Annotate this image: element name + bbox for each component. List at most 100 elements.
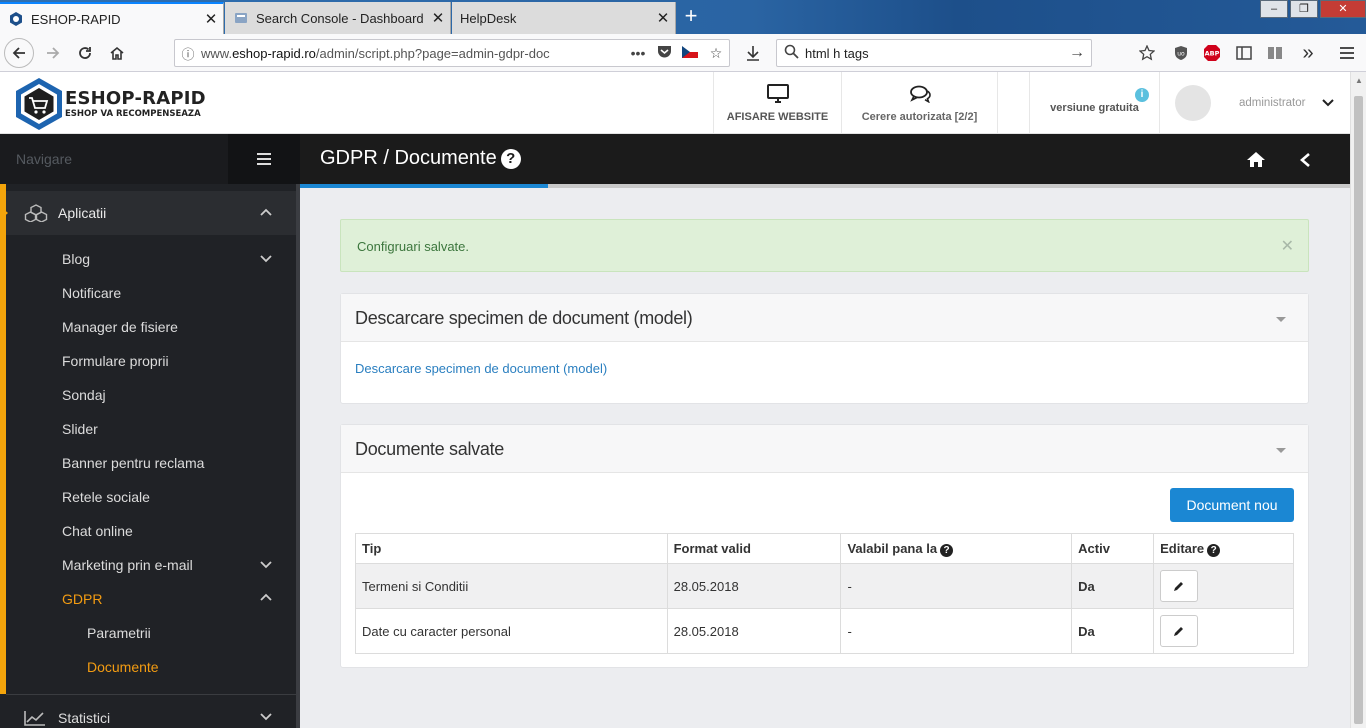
new-document-button[interactable]: Document nou — [1170, 488, 1294, 522]
sidebar-item-blog[interactable]: Blog — [6, 242, 296, 276]
sidebar-item-label: GDPR — [62, 591, 103, 607]
chevron-up-icon — [260, 208, 272, 216]
sidebar-item-marketing-email[interactable]: Marketing prin e-mail — [6, 548, 296, 582]
line-chart-icon — [24, 711, 45, 726]
library-star-button[interactable] — [1132, 38, 1162, 68]
cell-activ: Da — [1071, 608, 1155, 654]
sidebar-toggle-button[interactable] — [1229, 38, 1259, 68]
window-controls: – ❐ ✕ — [1258, 0, 1366, 20]
panel-saved-documents: Documente salvate Document nou Tip Forma… — [340, 424, 1309, 668]
sidebar-section-statistici[interactable]: Statistici — [6, 700, 296, 728]
czech-flag-icon[interactable] — [677, 45, 703, 61]
forward-button[interactable] — [38, 38, 68, 68]
hamburger-menu-icon — [1340, 47, 1354, 59]
user-menu[interactable]: administrator — [1159, 72, 1350, 133]
page-title: GDPR / Documente — [320, 147, 497, 169]
version-label: versiune gratuita — [1050, 101, 1139, 114]
adblock-plus-button[interactable]: ABP — [1197, 38, 1227, 68]
scroll-thumb[interactable] — [1354, 96, 1363, 724]
page-scrollbar[interactable]: ▲ — [1350, 72, 1366, 728]
back-button[interactable] — [4, 38, 34, 68]
close-tab-icon[interactable]: ✕ — [426, 9, 450, 27]
search-go-arrow-icon[interactable]: → — [1063, 44, 1091, 62]
menu-button[interactable] — [1332, 38, 1362, 68]
scroll-up-icon[interactable]: ▲ — [1354, 76, 1364, 85]
sidebar-item-chat-online[interactable]: Chat online — [6, 514, 296, 548]
sidebar-item-notificare[interactable]: Notificare — [6, 276, 296, 310]
sidebar-section-aplicatii[interactable]: Aplicatii — [0, 191, 296, 235]
site-info-icon[interactable]: ⓘ — [175, 44, 201, 63]
version-badge[interactable]: versiune gratuita i — [1029, 72, 1159, 133]
minimize-window-icon[interactable]: – — [1260, 0, 1288, 18]
info-icon[interactable]: i — [1135, 88, 1149, 102]
tab-helpdesk[interactable]: HelpDesk ✕ — [452, 2, 676, 34]
overflow-chevron-icon[interactable]: » — [1293, 38, 1323, 68]
sidebar-item-formulare[interactable]: Formulare proprii — [6, 344, 296, 378]
reload-button[interactable] — [70, 38, 100, 68]
page-actions-icon[interactable]: ••• — [625, 45, 651, 61]
help-icon[interactable]: ? — [940, 543, 954, 557]
sidebar-item-retele-sociale[interactable]: Retele sociale — [6, 480, 296, 514]
chat-bubbles-icon — [909, 83, 931, 105]
home-icon[interactable] — [1246, 151, 1266, 168]
sidebar-item-manager-fisiere[interactable]: Manager de fisiere — [6, 310, 296, 344]
panel-header[interactable]: Descarcare specimen de document (model) — [341, 294, 1308, 342]
search-input[interactable] — [805, 45, 1063, 61]
home-button[interactable] — [102, 38, 132, 68]
help-icon[interactable]: ? — [500, 149, 521, 169]
maximize-window-icon[interactable]: ❐ — [1290, 0, 1318, 18]
close-tab-icon[interactable]: ✕ — [651, 9, 675, 27]
sidebar-toggle-button[interactable] — [228, 134, 300, 184]
chevron-down-icon — [260, 255, 272, 263]
column-header-activ: Activ — [1071, 533, 1155, 564]
download-specimen-link[interactable]: Descarcare specimen de document (model) — [355, 361, 607, 376]
caret-down-icon[interactable] — [1276, 448, 1286, 453]
sidebar-header: Navigare — [0, 134, 300, 184]
sidebar-item-label: Marketing prin e-mail — [62, 557, 193, 573]
caret-down-icon[interactable] — [1276, 317, 1286, 322]
reader-icon — [1268, 47, 1282, 59]
reload-icon — [79, 47, 91, 59]
eshop-logo[interactable]: ESHOP-RAPID ESHOP VA RECOMPENSEAZA — [14, 77, 206, 131]
table-header-row: Tip Format valid Valabil pana la? Activ … — [355, 533, 1294, 564]
sidebar-subitem-parametrii[interactable]: Parametrii — [6, 616, 296, 650]
panel-header[interactable]: Documente salvate — [341, 425, 1308, 473]
ublock-extension-button[interactable]: uo — [1166, 38, 1196, 68]
main-content: Configruari salvate. ✕ Descarcare specim… — [300, 188, 1350, 728]
tab-eshop-rapid[interactable]: ESHOP-RAPID ✕ — [0, 2, 224, 34]
cell-valabil: - — [840, 608, 1073, 654]
url-text[interactable]: www.eshop-rapid.ro/admin/script.php?page… — [201, 46, 625, 61]
downloads-button[interactable] — [738, 38, 768, 68]
authorization-requests-button[interactable]: Cerere autorizata [2/2] — [841, 72, 997, 133]
avatar — [1175, 84, 1211, 121]
close-tab-icon[interactable]: ✕ — [199, 10, 223, 28]
help-icon[interactable]: ? — [1207, 543, 1221, 557]
sidebar-item-label: Statistici — [58, 710, 111, 726]
panel-title: Descarcare specimen de document (model) — [355, 308, 693, 328]
edit-button[interactable] — [1160, 570, 1199, 602]
close-window-icon[interactable]: ✕ — [1320, 0, 1366, 18]
active-marker-icon — [0, 206, 8, 220]
sidebar-subitem-documente[interactable]: Documente — [6, 650, 296, 684]
edit-button[interactable] — [1160, 615, 1199, 647]
back-chevron-icon[interactable] — [1299, 152, 1311, 168]
reader-view-button[interactable] — [1260, 38, 1290, 68]
pocket-icon[interactable] — [651, 45, 677, 62]
chevron-up-icon — [260, 593, 272, 601]
sidebar-item-slider[interactable]: Slider — [6, 412, 296, 446]
search-bar[interactable]: → — [776, 39, 1092, 67]
bookmark-star-icon[interactable]: ☆ — [703, 45, 729, 62]
new-tab-button[interactable]: + — [678, 4, 704, 30]
search-console-favicon-icon — [233, 10, 249, 26]
sidebar-item-banner[interactable]: Banner pentru reclama — [6, 446, 296, 480]
sidebar-item-gdpr[interactable]: GDPR — [6, 582, 296, 616]
sidebar-item-label: Documente — [87, 659, 159, 675]
close-alert-icon[interactable]: ✕ — [1281, 236, 1294, 256]
address-bar[interactable]: ⓘ www.eshop-rapid.ro/admin/script.php?pa… — [174, 39, 730, 67]
column-header-valabil: Valabil pana la? — [840, 533, 1073, 564]
tab-search-console[interactable]: Search Console - Dashboard - I ✕ — [225, 2, 451, 34]
browser-toolbar: ⓘ www.eshop-rapid.ro/admin/script.php?pa… — [0, 34, 1366, 72]
search-icon — [777, 44, 805, 62]
sidebar-item-sondaj[interactable]: Sondaj — [6, 378, 296, 412]
view-website-button[interactable]: AFISARE WEBSITE — [713, 72, 841, 133]
